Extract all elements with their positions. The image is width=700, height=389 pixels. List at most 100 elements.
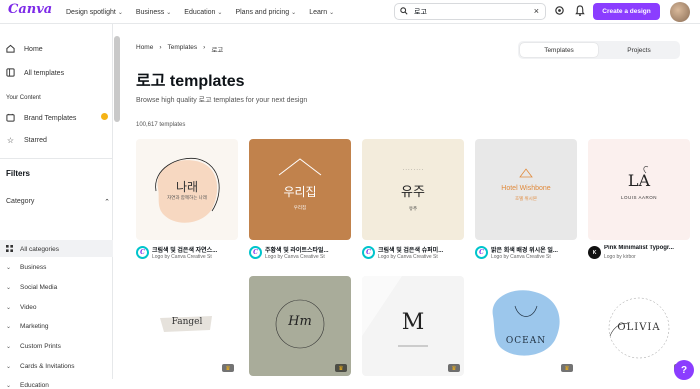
sidebar-item-brand-templates[interactable]: Brand Templates bbox=[6, 113, 76, 124]
thumb-text: Hotel Wishbone bbox=[501, 185, 551, 192]
tab-projects[interactable]: Projects bbox=[600, 43, 678, 57]
category-label: All categories bbox=[20, 246, 60, 253]
category-business[interactable]: ⌄ Business bbox=[6, 264, 46, 271]
breadcrumb: Home › Templates › 로고 bbox=[136, 44, 223, 54]
avatar[interactable] bbox=[670, 2, 690, 22]
sidebar-scrollbar[interactable] bbox=[114, 36, 120, 122]
help-button[interactable]: ? bbox=[674, 360, 694, 380]
category-education[interactable]: ⌄ Education bbox=[6, 382, 49, 389]
canva-logo[interactable]: Canva bbox=[8, 2, 52, 17]
template-thumbnail[interactable]: Hotel Wishbone 호텔 위시본 bbox=[475, 139, 577, 240]
template-author[interactable]: Logo by Canva Creative St bbox=[491, 254, 577, 260]
category-custom-prints[interactable]: ⌄ Custom Prints bbox=[6, 343, 61, 350]
template-title[interactable]: 주황색 및 라이트스타일... bbox=[265, 245, 351, 254]
thumb-text: 나래 bbox=[175, 180, 199, 194]
template-author[interactable]: Logo by kirbor bbox=[604, 254, 690, 260]
canva-avatar-icon: C bbox=[249, 246, 262, 259]
sidebar: Home All templates Your Content Brand Te… bbox=[0, 24, 113, 389]
close-icon[interactable]: × bbox=[534, 6, 539, 16]
category-label: Education bbox=[20, 382, 49, 389]
template-thumbnail[interactable]: OLIVIA ♛ bbox=[588, 276, 690, 376]
nav-design-spotlight[interactable]: Design spotlight ⌄ bbox=[66, 9, 123, 16]
sidebar-item-label: Starred bbox=[24, 137, 47, 144]
template-card[interactable]: Hotel Wishbone 호텔 위시본 C 밝은 회색 배경 위시온 일..… bbox=[475, 139, 577, 260]
template-card[interactable]: OCEAN ♛ bbox=[475, 276, 577, 376]
breadcrumb-home[interactable]: Home bbox=[136, 44, 153, 54]
template-count: 100,617 templates bbox=[136, 122, 186, 128]
chevron-down-icon: ⌄ bbox=[6, 265, 12, 271]
thumb-subtext: 우리집 bbox=[293, 205, 307, 210]
template-thumbnail[interactable]: 우리집 우리집 bbox=[249, 139, 351, 240]
template-thumbnail[interactable]: OCEAN ♛ bbox=[475, 276, 577, 376]
sidebar-item-label: All templates bbox=[24, 70, 65, 77]
template-thumbnail[interactable]: Fangel ♛ bbox=[136, 276, 238, 376]
template-card[interactable]: M ♛ bbox=[362, 276, 464, 376]
nav-label: Business bbox=[135, 8, 165, 16]
category-label: Business bbox=[20, 264, 47, 271]
template-author[interactable]: Logo by Canva Creative St bbox=[265, 254, 351, 260]
chevron-down-icon: ⌄ bbox=[6, 324, 12, 330]
template-thumbnail[interactable]: 나래 자연과 함께하는 나래 bbox=[136, 139, 238, 240]
template-thumbnail[interactable]: M ♛ bbox=[362, 276, 464, 376]
category-video[interactable]: ⌄ Video bbox=[6, 304, 37, 311]
template-thumbnail[interactable]: · · · · · · · · 유주 유주 bbox=[362, 139, 464, 240]
template-meta: C 크림색 및 검은색 슈퍼미... Logo by Canva Creativ… bbox=[362, 244, 464, 264]
search-icon bbox=[400, 6, 408, 17]
template-card[interactable]: LA LOUIS AARON K Pink Minimalist Typogr.… bbox=[588, 139, 690, 260]
thumb-text: OLIVIA bbox=[617, 322, 661, 333]
tab-templates[interactable]: Templates bbox=[520, 43, 598, 57]
thumb-tagline: · · · · · · · · bbox=[402, 167, 424, 172]
category-heading: Category bbox=[6, 198, 35, 205]
category-social-media[interactable]: ⌄ Social Media bbox=[6, 284, 57, 291]
crown-icon: ♛ bbox=[561, 364, 573, 372]
template-card[interactable]: OLIVIA ♛ bbox=[588, 276, 690, 376]
filters-heading: Filters bbox=[6, 169, 31, 178]
category-all[interactable]: All categories bbox=[6, 245, 59, 254]
category-cards-invitations[interactable]: ⌄ Cards & Invitations bbox=[6, 363, 75, 370]
template-title[interactable]: 크림색 및 검은색 슈퍼미... bbox=[378, 245, 464, 254]
gear-icon[interactable] bbox=[554, 5, 565, 19]
nav-label: Learn bbox=[309, 8, 328, 16]
sidebar-item-all-templates[interactable]: All templates bbox=[6, 68, 64, 79]
canva-avatar-icon: C bbox=[136, 246, 149, 259]
canva-avatar-icon: C bbox=[475, 246, 488, 259]
top-bar: Canva Design spotlight ⌄ Business ⌄ Educat… bbox=[0, 0, 700, 24]
template-thumbnail[interactable]: Hm ♛ bbox=[249, 276, 351, 376]
crown-icon: ♛ bbox=[222, 364, 234, 372]
search-input[interactable] bbox=[414, 8, 524, 15]
thumb-text: LA bbox=[627, 171, 651, 190]
chevron-down-icon: ⌄ bbox=[166, 9, 172, 16]
template-card[interactable]: Hm ♛ bbox=[249, 276, 351, 376]
template-title[interactable]: Pink Minimalist Typogr... bbox=[604, 245, 690, 251]
templates-icon bbox=[6, 68, 15, 79]
nav-plans-pricing[interactable]: Plans and pricing ⌄ bbox=[235, 9, 296, 16]
template-title[interactable]: 밝은 회색 배경 위시온 일... bbox=[491, 245, 577, 254]
template-card[interactable]: Fangel ♛ bbox=[136, 276, 238, 376]
template-card[interactable]: 나래 자연과 함께하는 나래 C 크림색 및 검은색 자연스... Logo b… bbox=[136, 139, 238, 260]
sidebar-item-starred[interactable]: ☆ Starred bbox=[6, 136, 47, 145]
nav-education[interactable]: Education ⌄ bbox=[184, 9, 222, 16]
thumb-subtext: 유주 bbox=[408, 206, 418, 211]
thumb-text: 유주 bbox=[401, 184, 425, 199]
nav-learn[interactable]: Learn ⌄ bbox=[309, 9, 334, 16]
category-marketing[interactable]: ⌄ Marketing bbox=[6, 323, 49, 330]
template-author[interactable]: Logo by Canva Creative St bbox=[378, 254, 464, 260]
thumb-subtext: 호텔 위시본 bbox=[515, 196, 537, 201]
template-author[interactable]: Logo by Canva Creative St bbox=[152, 254, 238, 260]
bell-icon[interactable] bbox=[575, 5, 585, 19]
nav-business[interactable]: Business ⌄ bbox=[136, 9, 171, 16]
sidebar-item-home[interactable]: Home bbox=[6, 44, 43, 55]
template-title[interactable]: 크림색 및 검은색 자연스... bbox=[152, 245, 238, 254]
category-label: Video bbox=[20, 304, 37, 311]
template-card[interactable]: 우리집 우리집 C 주황색 및 라이트스타일... Logo by Canva … bbox=[249, 139, 351, 260]
template-thumbnail[interactable]: LA LOUIS AARON bbox=[588, 139, 690, 240]
breadcrumb-templates[interactable]: Templates bbox=[168, 44, 198, 54]
crown-icon: ♛ bbox=[335, 364, 347, 372]
category-toggle[interactable]: Category ⌃ bbox=[6, 198, 110, 206]
thumb-text: OCEAN bbox=[505, 336, 547, 346]
crown-icon: ♛ bbox=[448, 364, 460, 372]
thumb-text: M bbox=[401, 310, 425, 335]
create-design-button[interactable]: Create a design bbox=[593, 3, 660, 20]
category-label: Cards & Invitations bbox=[20, 363, 75, 370]
template-card[interactable]: · · · · · · · · 유주 유주 C 크림색 및 검은색 슈퍼미...… bbox=[362, 139, 464, 260]
